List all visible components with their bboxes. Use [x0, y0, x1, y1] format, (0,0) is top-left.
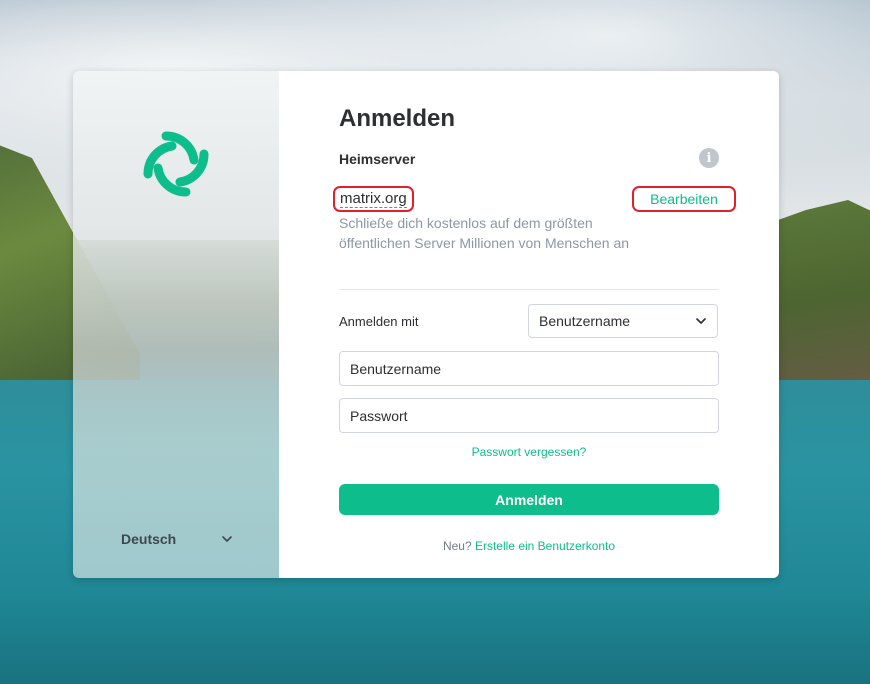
info-icon[interactable]: i [699, 148, 719, 168]
create-account-link[interactable]: Erstelle ein Benutzerkonto [475, 539, 615, 553]
server-description: Schließe dich kostenlos auf dem größten … [339, 215, 630, 251]
divider [339, 289, 719, 290]
signin-with-label: Anmelden mit [339, 314, 419, 329]
server-name-text: matrix.org [340, 189, 407, 208]
signin-button[interactable]: Anmelden [339, 484, 719, 515]
create-account-row: Neu? Erstelle ein Benutzerkonto [339, 539, 719, 553]
language-label: Deutsch [121, 531, 177, 547]
password-input[interactable] [339, 398, 719, 433]
element-logo-icon [143, 131, 209, 197]
chevron-down-icon [696, 318, 706, 324]
homeserver-label: Heimserver [339, 151, 416, 167]
signin-method-value: Benutzername [539, 313, 631, 329]
edit-server-button[interactable]: Bearbeiten [632, 186, 736, 212]
branding-panel: Deutsch [73, 71, 279, 578]
username-input[interactable] [339, 351, 719, 386]
language-selector[interactable]: Deutsch [121, 529, 233, 549]
create-account-prompt: Neu? [442, 539, 472, 553]
server-name[interactable]: matrix.org [333, 186, 414, 212]
login-form-panel: Anmelden Heimserver i matrix.org Bearbei… [279, 71, 779, 578]
forgot-password-link[interactable]: Passwort vergessen? [339, 445, 719, 459]
login-card: Deutsch Anmelden Heimserver i matrix.org… [73, 71, 779, 578]
page-title: Anmelden [339, 105, 456, 132]
signin-method-select[interactable]: Benutzername [528, 304, 718, 338]
chevron-down-icon [222, 536, 232, 542]
